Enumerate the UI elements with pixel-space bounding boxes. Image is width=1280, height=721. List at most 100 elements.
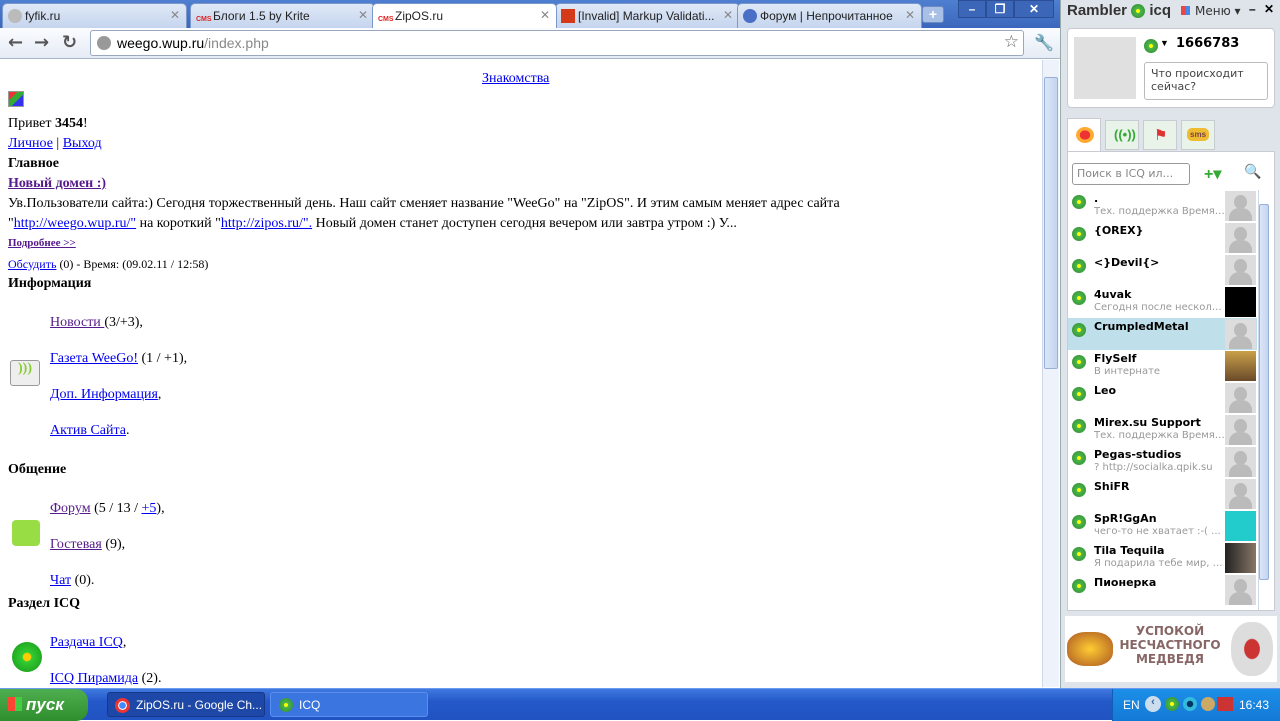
flag-icon: ⚑ bbox=[1154, 128, 1168, 144]
contact-status: Сегодня после несколь... bbox=[1094, 302, 1226, 313]
tab-live[interactable]: ((•)) bbox=[1105, 120, 1139, 150]
chrome-icon bbox=[115, 698, 130, 713]
old-domain-link[interactable]: http://weego.wup.ru/" bbox=[14, 216, 136, 231]
contact-name: ShiFR bbox=[1094, 480, 1130, 493]
contact-name: <}Devil{> bbox=[1094, 256, 1160, 269]
status-icon[interactable] bbox=[1144, 39, 1158, 53]
contact-row[interactable]: 4uvak Сегодня после несколь... bbox=[1068, 286, 1257, 318]
ad-banner[interactable]: УСПОКОЙ НЕСЧАСТНОГО МЕДВЕДЯ bbox=[1065, 616, 1277, 682]
contact-row[interactable]: Pegas-studios ? http://socialka.qpik.su bbox=[1068, 446, 1257, 478]
own-avatar[interactable] bbox=[1074, 37, 1136, 99]
show-hidden-icons[interactable]: ‹ bbox=[1145, 696, 1161, 712]
chat-link[interactable]: Чат bbox=[50, 573, 71, 588]
tab-fyfik[interactable]: fyfik.ru ✕ bbox=[2, 3, 187, 28]
tray-app-icon[interactable] bbox=[1183, 697, 1197, 711]
reload-icon[interactable]: ↻ bbox=[62, 32, 77, 53]
start-button[interactable]: пуск bbox=[0, 689, 88, 721]
wrench-icon[interactable]: 🔧 bbox=[1034, 33, 1054, 52]
restore-button[interactable]: ❐ bbox=[986, 0, 1014, 18]
online-status-icon bbox=[1072, 387, 1086, 401]
icq-giveaway-link[interactable]: Раздача ICQ bbox=[50, 635, 123, 650]
contact-name: SpR!GgAn bbox=[1094, 512, 1157, 525]
status-dropdown-icon[interactable]: ▼ bbox=[1160, 38, 1169, 48]
contact-search-input[interactable]: Поиск в ICQ ил... bbox=[1072, 163, 1190, 185]
contact-row[interactable]: Mirex.su Support Тех. поддержка Время ..… bbox=[1068, 414, 1257, 446]
tab-blogi[interactable]: CMS Блоги 1.5 by Krite ✕ bbox=[190, 3, 375, 28]
contact-row[interactable]: SpR!GgAn чего-то не хватает :-( ... bbox=[1068, 510, 1257, 542]
back-icon[interactable]: ← bbox=[8, 32, 23, 53]
status-message-input[interactable]: Что происходит сейчас? bbox=[1144, 62, 1268, 100]
tab-validator[interactable]: [Invalid] Markup Validati... ✕ bbox=[555, 3, 740, 28]
icq-pyramid-link[interactable]: ICQ Пирамида bbox=[50, 671, 138, 686]
contact-avatar bbox=[1225, 319, 1256, 349]
forward-icon[interactable]: → bbox=[34, 32, 49, 53]
news-title-link[interactable]: Новый домен :) bbox=[8, 176, 106, 192]
address-bar[interactable]: weego.wup.ru/index.php ☆ bbox=[90, 30, 1024, 56]
search-people-icon[interactable]: 🔍 bbox=[1244, 164, 1261, 181]
new-tab-button[interactable]: + bbox=[922, 6, 944, 23]
icq-tray-icon[interactable] bbox=[1165, 697, 1179, 711]
task-chrome[interactable]: ZipOS.ru - Google Ch... bbox=[107, 692, 265, 717]
close-window-button[interactable]: ✕ bbox=[1014, 0, 1054, 18]
contact-row[interactable]: FlySelf В интернате bbox=[1068, 350, 1257, 382]
tab-zipos[interactable]: CMS ZipOS.ru ✕ bbox=[372, 3, 557, 28]
extra-info-link[interactable]: Доп. Информация bbox=[50, 387, 158, 402]
language-indicator[interactable]: EN bbox=[1123, 698, 1140, 712]
network-icon[interactable] bbox=[1201, 697, 1215, 711]
forum-new-link[interactable]: +5 bbox=[142, 501, 157, 516]
add-contact-icon[interactable]: +▾ bbox=[1204, 164, 1221, 184]
contact-scrollbar-thumb[interactable] bbox=[1259, 204, 1269, 580]
page-scrollbar[interactable] bbox=[1042, 60, 1059, 687]
bookmark-star-icon[interactable]: ☆ bbox=[1004, 32, 1019, 52]
forum-link[interactable]: Форум bbox=[50, 501, 91, 516]
minimize-icon[interactable]: – bbox=[1249, 2, 1256, 16]
clock: 16:43 bbox=[1239, 698, 1270, 712]
volume-icon[interactable] bbox=[1217, 697, 1233, 711]
contact-row[interactable]: ShiFR bbox=[1068, 478, 1257, 510]
heading-icq: Раздел ICQ bbox=[8, 596, 81, 611]
close-tab-icon[interactable]: ✕ bbox=[723, 8, 733, 22]
close-icon[interactable]: ✕ bbox=[1264, 2, 1274, 16]
contact-avatar bbox=[1225, 543, 1256, 573]
new-domain-link[interactable]: http://zipos.ru/". bbox=[221, 216, 312, 231]
minimize-button[interactable]: – bbox=[958, 0, 986, 18]
tab-sms[interactable]: sms bbox=[1181, 120, 1215, 150]
contact-name: {OREX} bbox=[1094, 224, 1144, 237]
chat-bubble-icon bbox=[12, 520, 40, 546]
discuss-link[interactable]: Обсудить bbox=[8, 257, 56, 271]
menu-button[interactable]: Меню ▾ bbox=[1195, 4, 1241, 18]
more-link[interactable]: Подробнее >> bbox=[8, 237, 76, 249]
contact-row[interactable]: Leo bbox=[1068, 382, 1257, 414]
close-tab-icon[interactable]: ✕ bbox=[905, 8, 915, 22]
contact-row[interactable]: <}Devil{> bbox=[1068, 254, 1257, 286]
task-icq[interactable]: ICQ bbox=[270, 692, 428, 717]
contact-status: Я подарила тебе мир, н... bbox=[1094, 558, 1226, 569]
tab-flag[interactable]: ⚑ bbox=[1143, 120, 1177, 150]
personal-link[interactable]: Личное bbox=[8, 136, 53, 151]
tab-contacts[interactable] bbox=[1067, 118, 1101, 152]
tab-forum[interactable]: Форум | Непрочитанное ✕ bbox=[737, 3, 922, 28]
contact-row[interactable]: Tila Tequila Я подарила тебе мир, н... bbox=[1068, 542, 1257, 574]
online-status-icon bbox=[1072, 195, 1086, 209]
close-tab-icon[interactable]: ✕ bbox=[540, 8, 550, 22]
contact-row[interactable]: . Тех. поддержка Время ... bbox=[1068, 190, 1257, 222]
contact-row[interactable]: Пионерка bbox=[1068, 574, 1257, 606]
news-link[interactable]: Новости bbox=[50, 315, 104, 330]
contact-scrollbar[interactable] bbox=[1258, 190, 1270, 610]
guestbook-link[interactable]: Гостевая bbox=[50, 537, 102, 552]
close-tab-icon[interactable]: ✕ bbox=[170, 8, 180, 22]
scrollbar-thumb[interactable] bbox=[1044, 77, 1058, 369]
contact-name: Tila Tequila bbox=[1094, 544, 1165, 557]
close-tab-icon[interactable]: ✕ bbox=[358, 8, 368, 22]
contact-row[interactable]: {OREX} bbox=[1068, 222, 1257, 254]
game-logo bbox=[1067, 632, 1113, 666]
online-status-icon bbox=[1072, 355, 1086, 369]
sms-icon: sms bbox=[1187, 128, 1210, 141]
apps-icon[interactable] bbox=[1181, 6, 1190, 15]
dating-link[interactable]: Знакомства bbox=[482, 71, 549, 87]
newspaper-link[interactable]: Газета WeeGo! bbox=[50, 351, 138, 366]
site-activity-link[interactable]: Актив Сайта bbox=[50, 423, 126, 438]
broadcast-icon: ((•)) bbox=[1114, 127, 1136, 142]
logout-link[interactable]: Выход bbox=[63, 136, 102, 151]
contact-row[interactable]: CrumpledMetal bbox=[1068, 318, 1257, 350]
